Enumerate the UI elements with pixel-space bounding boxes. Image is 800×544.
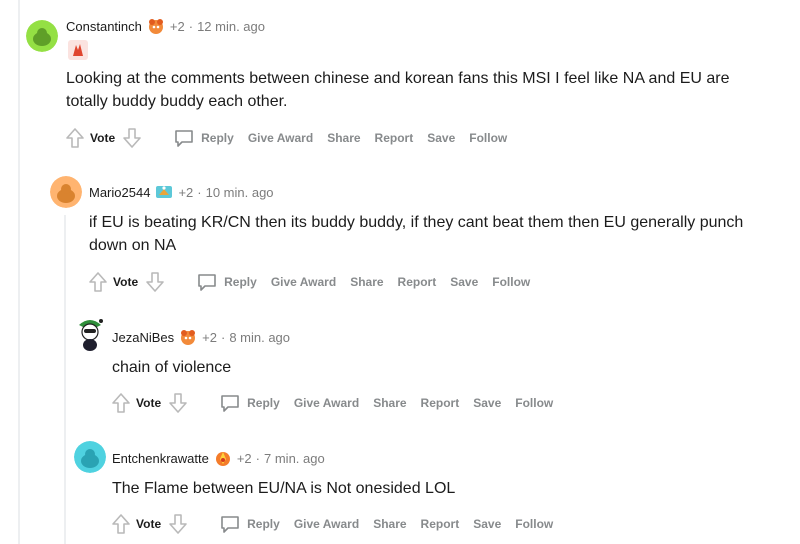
timestamp[interactable]: 8 min. ago (229, 330, 290, 345)
comment-body: if EU is beating KR/CN then its buddy bu… (89, 214, 744, 254)
author-name[interactable]: Constantinch (66, 19, 142, 34)
achievement-flair-icon (68, 40, 88, 60)
reply-icon (198, 274, 216, 291)
report-button[interactable]: Report (421, 517, 460, 531)
avatar[interactable] (26, 20, 58, 52)
thread-line-root[interactable] (18, 0, 20, 544)
comment-body: chain of violence (112, 359, 232, 376)
flair-award-icon (156, 186, 173, 198)
upvote-icon[interactable] (110, 391, 132, 415)
meta-separator: · (197, 184, 202, 200)
reply-label: Reply (201, 131, 234, 145)
downvote-icon[interactable] (121, 126, 143, 150)
snoo-avatar-icon (50, 176, 82, 208)
snoo-avatar-icon (26, 20, 58, 52)
comment-actions: Vote Reply Give Award Share Report Save … (64, 123, 507, 153)
share-button[interactable]: Share (373, 517, 406, 531)
save-button[interactable]: Save (450, 275, 478, 289)
comment-body: Looking at the comments between chinese … (66, 70, 730, 110)
flair-award-icon (148, 19, 163, 34)
report-button[interactable]: Report (398, 275, 437, 289)
karma-badge: +2 (202, 329, 217, 345)
follow-button[interactable]: Follow (515, 517, 553, 531)
downvote-icon[interactable] (167, 391, 189, 415)
follow-button[interactable]: Follow (492, 275, 530, 289)
thread-line-level-2[interactable] (64, 215, 66, 544)
vote-label: Vote (113, 275, 139, 289)
follow-button[interactable]: Follow (515, 396, 553, 410)
upvote-icon[interactable] (87, 270, 109, 294)
vote-label: Vote (136, 517, 162, 531)
give-award-button[interactable]: Give Award (248, 131, 313, 145)
comment-body: The Flame between EU/NA is Not onesided … (112, 480, 456, 497)
downvote-icon[interactable] (167, 512, 189, 536)
reply-button[interactable]: Reply (173, 127, 234, 149)
reply-label: Reply (224, 275, 257, 289)
reply-icon (221, 516, 239, 533)
report-button[interactable]: Report (421, 396, 460, 410)
upvote-icon[interactable] (110, 512, 132, 536)
snoo-avatar-icon (74, 441, 106, 473)
give-award-button[interactable]: Give Award (294, 517, 359, 531)
share-button[interactable]: Share (350, 275, 383, 289)
reply-icon (175, 130, 193, 147)
save-button[interactable]: Save (473, 396, 501, 410)
give-award-button[interactable]: Give Award (294, 396, 359, 410)
avatar[interactable] (75, 317, 105, 351)
comment-actions: Vote Reply Give Award Share Report Save … (87, 267, 530, 297)
flair-award-icon (181, 330, 196, 345)
karma-badge: +2 (178, 184, 194, 200)
reply-icon (221, 395, 239, 412)
reply-label: Reply (247, 396, 280, 410)
avatar[interactable] (74, 441, 106, 473)
upvote-icon[interactable] (64, 126, 86, 150)
timestamp[interactable]: 10 min. ago (206, 185, 274, 200)
report-button[interactable]: Report (375, 131, 414, 145)
timestamp[interactable]: 12 min. ago (197, 19, 265, 34)
reply-label: Reply (247, 517, 280, 531)
follow-button[interactable]: Follow (469, 131, 507, 145)
timestamp[interactable]: 7 min. ago (264, 451, 325, 466)
snoo-avatar-icon (79, 319, 103, 351)
comment-actions: Vote Reply Give Award Share Report Save … (110, 388, 553, 418)
comment-actions: Vote Reply Give Award Share Report Save … (110, 509, 553, 539)
flair-award-icon (215, 452, 230, 466)
avatar[interactable] (50, 176, 82, 208)
save-button[interactable]: Save (473, 517, 501, 531)
vote-label: Vote (136, 396, 162, 410)
reply-button[interactable]: Reply (219, 513, 280, 535)
meta-separator: · (188, 18, 194, 34)
reply-button[interactable]: Reply (196, 271, 257, 293)
author-name[interactable]: JezaNiBes (112, 330, 174, 345)
karma-badge: +2 (169, 18, 185, 34)
save-button[interactable]: Save (427, 131, 455, 145)
meta-separator: · (220, 329, 226, 345)
share-button[interactable]: Share (373, 396, 406, 410)
meta-separator: · (255, 450, 261, 466)
share-button[interactable]: Share (327, 131, 360, 145)
karma-badge: +2 (236, 450, 252, 466)
reply-button[interactable]: Reply (219, 392, 280, 414)
downvote-icon[interactable] (144, 270, 166, 294)
give-award-button[interactable]: Give Award (271, 275, 336, 289)
author-name[interactable]: Entchenkrawatte (112, 451, 209, 466)
author-name[interactable]: Mario2544 (89, 185, 150, 200)
vote-label: Vote (90, 131, 116, 145)
